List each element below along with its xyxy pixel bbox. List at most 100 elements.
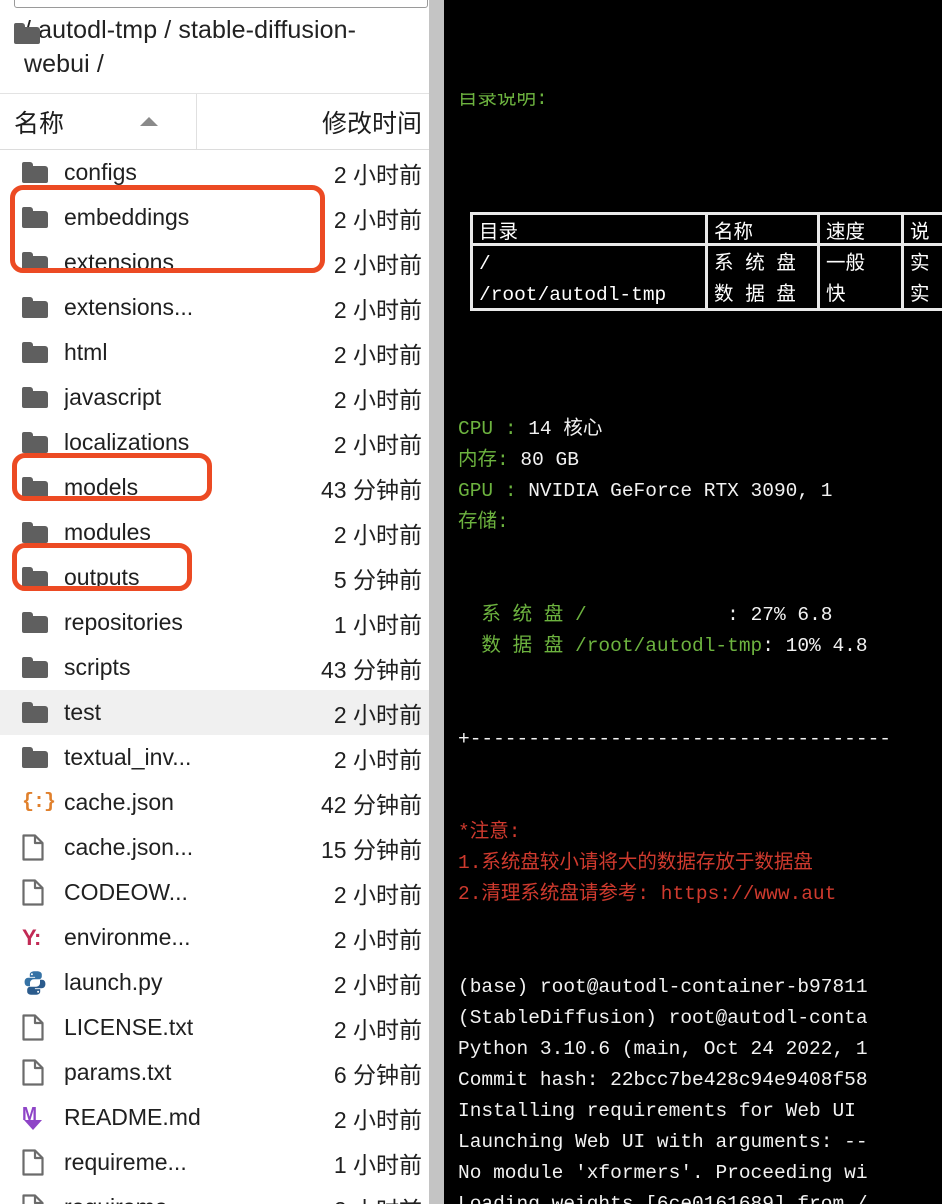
- file-row[interactable]: models 43 分钟前: [0, 465, 444, 510]
- folder-icon: [22, 612, 48, 633]
- file-row-icon: [22, 879, 64, 906]
- column-header-name[interactable]: 名称: [0, 94, 197, 149]
- spec-line: GPU : NVIDIA GeForce RTX 3090, 1: [458, 476, 942, 507]
- file-row[interactable]: LICENSE.txt 2 小时前: [0, 1005, 444, 1050]
- notice-line: *注意:: [458, 821, 521, 843]
- disk-table-row-desc: 实: [901, 277, 942, 308]
- file-row[interactable]: extensions... 2 小时前: [0, 285, 444, 330]
- file-row-name: modules: [64, 519, 151, 545]
- file-row[interactable]: scripts 43 分钟前: [0, 645, 444, 690]
- disk-table-header-name: 名称: [705, 215, 817, 246]
- file-row[interactable]: requireme...2 小时前: [0, 1185, 444, 1204]
- spec-label: GPU: [458, 480, 505, 502]
- file-row-name: html: [64, 339, 108, 365]
- file-row-modified: 15 分钟前: [321, 836, 422, 863]
- file-row[interactable]: {:} cache.json 42 分钟前: [0, 780, 444, 825]
- file-row-modified: 2 小时前: [333, 386, 422, 413]
- file-row-modified: 2 小时前: [333, 971, 422, 998]
- disk-table-row-dir: /: [479, 253, 491, 275]
- log-line: Installing requirements for Web UI: [458, 1100, 856, 1122]
- spec-value: 14 核心: [516, 418, 603, 440]
- column-header-modified[interactable]: 修改时间: [197, 94, 444, 149]
- file-row-icon: [22, 522, 64, 543]
- file-list: configs 2 小时前 embeddings 2 小时前 extensions 2 小…: [0, 150, 444, 1204]
- log-line: Commit hash: 22bcc7be428c94e9408f58: [458, 1069, 868, 1091]
- file-row[interactable]: configs 2 小时前: [0, 150, 444, 195]
- disk-table-row-name: 数 据 盘: [705, 277, 817, 308]
- file-row-name: CODEOW...: [64, 879, 188, 905]
- file-row[interactable]: javascript 2 小时前: [0, 375, 444, 420]
- file-row[interactable]: Y: environme... 2 小时前: [0, 915, 444, 960]
- file-row-modified: 2 小时前: [333, 161, 422, 188]
- column-headers: 名称 修改时间: [0, 94, 444, 150]
- file-row-modified: 42 分钟前: [321, 791, 422, 818]
- file-row-modified: 2 小时前: [333, 1106, 422, 1133]
- log-line: Loading weights [6ce0161689] from /: [458, 1193, 868, 1204]
- file-row[interactable]: localizations 2 小时前: [0, 420, 444, 465]
- file-row[interactable]: test 2 小时前: [0, 690, 444, 735]
- spec-value: NVIDIA GeForce RTX 3090, 1: [516, 480, 833, 502]
- json-icon: {:}: [22, 791, 56, 814]
- file-row[interactable]: CODEOW... 2 小时前: [0, 870, 444, 915]
- disk-table-row-speed: 一般: [817, 246, 901, 277]
- disk-table: 目录 名称 速度 说 / 系 统 盘 一般 实 /root/autodl-tmp…: [470, 212, 942, 311]
- file-row[interactable]: modules 2 小时前: [0, 510, 444, 555]
- file-row-name: extensions: [64, 249, 174, 275]
- spec-label: 存储: [458, 511, 498, 533]
- spec-separator: :: [497, 449, 509, 471]
- vertical-scrollbar[interactable]: [429, 0, 444, 1204]
- file-row[interactable]: repositories 1 小时前: [0, 600, 444, 645]
- app-root: / autodl-tmp / stable-diffusion-webui / …: [0, 0, 942, 1204]
- folder-icon: [22, 657, 48, 678]
- folder-icon: [22, 252, 48, 273]
- file-row-icon: [22, 297, 64, 318]
- file-row[interactable]: launch.py 2 小时前: [0, 960, 444, 1005]
- file-row-icon: [22, 207, 64, 228]
- folder-icon: [22, 342, 48, 363]
- disk-table-header-desc: 说: [901, 215, 942, 246]
- terminal-pane[interactable]: 目录说明: 目录 名称 速度 说 / 系 统 盘 一般 实 /root/auto…: [444, 0, 942, 1204]
- spec-label: 内存: [458, 449, 498, 471]
- log-line: Python 3.10.6 (main, Oct 24 2022, 1: [458, 1038, 868, 1060]
- file-row-name: launch.py: [64, 969, 163, 995]
- file-row-name: embeddings: [64, 204, 190, 230]
- log-line: (base) root@autodl-container-b97811: [458, 976, 868, 998]
- file-row[interactable]: requireme... 1 小时前: [0, 1140, 444, 1185]
- storage-value: 27% 6.8: [750, 604, 833, 626]
- terminal-log: (base) root@autodl-container-b97811 (Stab…: [458, 972, 942, 1204]
- file-row-name: localizations: [64, 429, 190, 455]
- path-input-partial[interactable]: [14, 0, 428, 8]
- file-row[interactable]: M README.md 2 小时前: [0, 1095, 444, 1140]
- file-row[interactable]: cache.json... 15 分钟前: [0, 825, 444, 870]
- file-row[interactable]: extensions 2 小时前: [0, 240, 444, 285]
- breadcrumb-path: / autodl-tmp / stable-diffusion-webui /: [24, 16, 357, 78]
- breadcrumb[interactable]: / autodl-tmp / stable-diffusion-webui /: [0, 0, 444, 94]
- file-row[interactable]: outputs 5 分钟前: [0, 555, 444, 600]
- python-icon: [22, 970, 48, 996]
- file-row[interactable]: html 2 小时前: [0, 330, 444, 375]
- file-row-modified: 2 小时前: [333, 701, 422, 728]
- file-row[interactable]: textual_inv... 2 小时前: [0, 735, 444, 780]
- file-row[interactable]: params.txt 6 分钟前: [0, 1050, 444, 1095]
- file-row-name: LICENSE.txt: [64, 1014, 194, 1040]
- file-row[interactable]: embeddings 2 小时前: [0, 195, 444, 240]
- markdown-icon: M: [22, 1105, 46, 1131]
- file-row-icon: [22, 1149, 64, 1176]
- file-row-modified: 6 分钟前: [333, 1061, 422, 1088]
- file-row-icon: [22, 657, 64, 678]
- file-row-icon: [22, 477, 64, 498]
- file-row-name: requireme...: [64, 1194, 334, 1204]
- file-row-name: cache.json: [64, 789, 174, 815]
- file-row-modified: 43 分钟前: [321, 476, 422, 503]
- notice-line: 2.清理系统盘请参考: https://www.aut: [458, 883, 837, 905]
- storage-label: 系 统 盘 /: [458, 604, 587, 626]
- file-row-modified: 2 小时前: [333, 521, 422, 548]
- log-line: (StableDiffusion) root@autodl-conta: [458, 1007, 868, 1029]
- log-line: Launching Web UI with arguments: --: [458, 1131, 868, 1153]
- file-row-name: params.txt: [64, 1059, 172, 1085]
- file-row-name: textual_inv...: [64, 744, 192, 770]
- storage-value: 10% 4.8: [785, 635, 868, 657]
- disk-table-header-speed: 速度: [817, 215, 901, 246]
- file-row-modified: 2 小时前: [333, 431, 422, 458]
- file-row-modified: 2 小时前: [334, 1191, 422, 1204]
